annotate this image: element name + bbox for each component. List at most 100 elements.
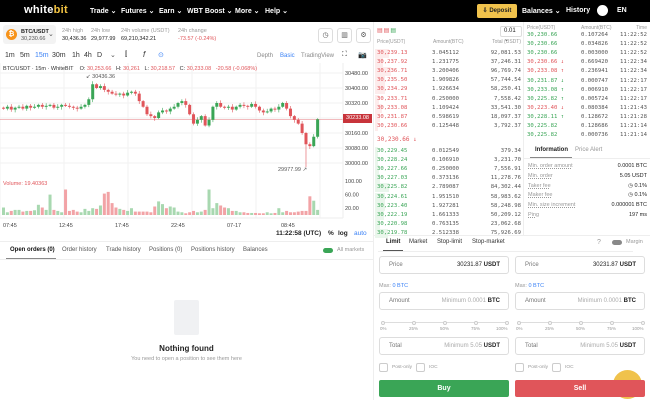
orderbook-row[interactable]: 30,235.50 1.909826 57,744.54 bbox=[375, 76, 521, 86]
price-chart[interactable]: 30480.0030400.0030320.0030240.0030160.00… bbox=[0, 63, 375, 243]
auto-toggle[interactable]: auto bbox=[354, 230, 367, 237]
tab-bottom[interactable]: Open orders (0) bbox=[10, 247, 55, 253]
tab-order-market[interactable]: Market bbox=[409, 239, 427, 245]
percent-toggle[interactable]: % bbox=[328, 230, 334, 237]
buy-total-input[interactable]: Total Minimum 5.05 USDT bbox=[379, 337, 509, 355]
nav-wbt-boost[interactable]: WBT Boost ⌄ bbox=[187, 7, 233, 15]
timeframe-30m[interactable]: 30m bbox=[52, 52, 66, 59]
buy-amount-input[interactable]: Amount Minimum 0.0001 BTC bbox=[379, 292, 509, 310]
orderbook-row[interactable]: 30,237.92 1.231775 37,246.31 bbox=[375, 58, 521, 68]
sell-post-only-checkbox[interactable] bbox=[515, 363, 524, 372]
sell-amount-input[interactable]: Amount Minimum 0.0001 BTC bbox=[515, 292, 645, 310]
deposit-button[interactable]: ⇩ Deposit bbox=[477, 4, 517, 18]
gear-icon[interactable]: ⚙ bbox=[356, 28, 371, 43]
candle-type-icon[interactable]: ⫿ bbox=[125, 51, 127, 59]
user-avatar-icon[interactable] bbox=[597, 5, 608, 16]
buy-price-input[interactable]: Price 30231.87 USDT bbox=[379, 256, 509, 274]
timeframe-4h[interactable]: 4h bbox=[84, 52, 92, 59]
camera-icon[interactable]: 📷 bbox=[358, 51, 367, 59]
buy-button[interactable]: Buy bbox=[379, 380, 509, 397]
candle bbox=[110, 91, 114, 94]
orderbook-row[interactable]: 30,224.61 1.951510 58,983.62 bbox=[375, 192, 521, 202]
nav-balances[interactable]: Balances ⌄ bbox=[522, 7, 561, 15]
chevron-down-icon[interactable]: ⌄ bbox=[110, 51, 116, 59]
nav-trade[interactable]: Trade ⌄ bbox=[90, 7, 117, 15]
tab-bottom[interactable]: Order history bbox=[62, 247, 97, 253]
tab-order-limit[interactable]: Limit bbox=[386, 239, 400, 245]
tab-bottom[interactable]: Positions history bbox=[191, 247, 235, 253]
settings-circle-icon[interactable]: ⊙ bbox=[158, 51, 164, 59]
view-tradingview[interactable]: TradingView bbox=[301, 53, 334, 59]
orderbook-row[interactable]: 30,227.66 0.250000 7,556.91 bbox=[375, 165, 521, 175]
timeframe-15m[interactable]: 15m bbox=[35, 52, 49, 59]
orderbook-row[interactable]: 30,231.87 0.598619 18,097.37 bbox=[375, 112, 521, 122]
orderbook-row[interactable]: 30,222.19 1.661333 50,209.12 bbox=[375, 210, 521, 220]
slider-stop[interactable] bbox=[473, 320, 478, 325]
slider-stop[interactable] bbox=[411, 320, 416, 325]
orderbook-row[interactable]: 30,219.78 2.512338 75,926.69 bbox=[375, 228, 521, 238]
sell-price-input[interactable]: Price 30231.87 USDT bbox=[515, 256, 645, 274]
log-toggle[interactable]: log bbox=[338, 230, 348, 237]
buy-post-only-checkbox[interactable] bbox=[379, 363, 388, 372]
book-view-icons[interactable]: ▤▤▤ bbox=[377, 27, 397, 34]
slider-stop[interactable] bbox=[640, 320, 645, 325]
layout-icon[interactable]: ▥ bbox=[337, 28, 352, 43]
fullscreen-icon[interactable]: ⛶ bbox=[342, 51, 347, 59]
slider-stop[interactable] bbox=[578, 320, 583, 325]
sell-total-input[interactable]: Total Minimum 5.05 USDT bbox=[515, 337, 645, 355]
total: 58,248.98 bbox=[490, 202, 521, 209]
precision-select[interactable]: 0.01 ⌄ bbox=[500, 26, 522, 43]
view-depth[interactable]: Depth bbox=[257, 53, 273, 59]
slider-stop[interactable] bbox=[516, 320, 521, 325]
slider-stop[interactable] bbox=[609, 320, 614, 325]
indicators-icon[interactable]: f bbox=[143, 50, 145, 59]
orderbook-row[interactable]: 30,228.24 0.106910 3,231.70 bbox=[375, 156, 521, 166]
slider-stop[interactable] bbox=[547, 320, 552, 325]
margin-toggle[interactable] bbox=[612, 240, 622, 245]
orderbook-row[interactable]: 30,229.45 0.012549 379.34 bbox=[375, 147, 521, 156]
help-icon[interactable]: ? bbox=[597, 239, 601, 246]
orderbook-row[interactable]: 30,227.03 0.373136 11,278.76 bbox=[375, 174, 521, 184]
orderbook-row[interactable]: 30,234.29 1.926634 58,250.41 bbox=[375, 85, 521, 95]
timeframe-D[interactable]: D bbox=[97, 52, 102, 59]
tab-bottom[interactable]: Balances bbox=[243, 247, 268, 253]
whitebit-logo[interactable]: whitebit bbox=[24, 4, 68, 16]
orderbook-row[interactable]: 30,223.40 1.927281 58,248.98 bbox=[375, 201, 521, 211]
nav-earn[interactable]: Earn ⌄ bbox=[159, 7, 182, 15]
tab-bottom[interactable]: Trade history bbox=[106, 247, 141, 253]
tab-price-alert[interactable]: Price Alert bbox=[575, 147, 602, 153]
timer-icon[interactable]: ◷ bbox=[318, 28, 333, 43]
nav-history[interactable]: History bbox=[566, 7, 590, 14]
sell-ioc-checkbox[interactable] bbox=[552, 363, 561, 372]
slider-stop[interactable] bbox=[380, 320, 385, 325]
tab-bottom[interactable]: Positions (0) bbox=[149, 247, 182, 253]
nav-futures[interactable]: Futures ⌄ bbox=[121, 7, 154, 15]
orderbook-row[interactable]: 30,236.71 3.200406 96,769.74 bbox=[375, 67, 521, 77]
tab-order-stop-market[interactable]: Stop-market bbox=[472, 239, 505, 245]
slider-label: 100% bbox=[496, 326, 508, 331]
tab-order-stop-limit[interactable]: Stop-limit bbox=[437, 239, 462, 245]
orderbook-row[interactable]: 30,233.08 1.109424 33,541.30 bbox=[375, 103, 521, 113]
candle bbox=[149, 114, 153, 117]
slider-stop[interactable] bbox=[504, 320, 509, 325]
view-basic[interactable]: Basic bbox=[280, 53, 295, 59]
orderbook-row[interactable]: 30,233.71 0.250000 7,558.42 bbox=[375, 94, 521, 104]
sell-button[interactable]: Sell bbox=[515, 380, 645, 397]
timeframe-1h[interactable]: 1h bbox=[72, 52, 80, 59]
candle bbox=[234, 106, 238, 110]
timeframe-5m[interactable]: 5m bbox=[20, 52, 30, 59]
orderbook-row[interactable]: 30,239.13 3.045112 92,081.53 bbox=[375, 49, 521, 58]
all-markets-toggle[interactable] bbox=[323, 248, 333, 253]
pair-selector[interactable]: ₿ BTC/USDT 30,230.66 ⌄ bbox=[3, 25, 56, 44]
buy-ioc-checkbox[interactable] bbox=[416, 363, 425, 372]
orderbook-row[interactable]: 30,220.98 0.763135 23,062.68 bbox=[375, 219, 521, 229]
slider-stop[interactable] bbox=[442, 320, 447, 325]
nav-help[interactable]: Help ⌄ bbox=[265, 7, 288, 15]
total: 75,926.69 bbox=[490, 229, 521, 236]
orderbook-row[interactable]: 30,230.66 0.125448 3,792.37 bbox=[375, 121, 521, 131]
orderbook-row[interactable]: 30,225.82 2.789087 84,302.44 bbox=[375, 183, 521, 193]
nav-more[interactable]: More ⌄ bbox=[235, 7, 260, 15]
language-selector[interactable]: EN bbox=[617, 7, 627, 14]
timeframe-1m[interactable]: 1m bbox=[5, 52, 15, 59]
tab-information[interactable]: Information bbox=[535, 147, 568, 153]
